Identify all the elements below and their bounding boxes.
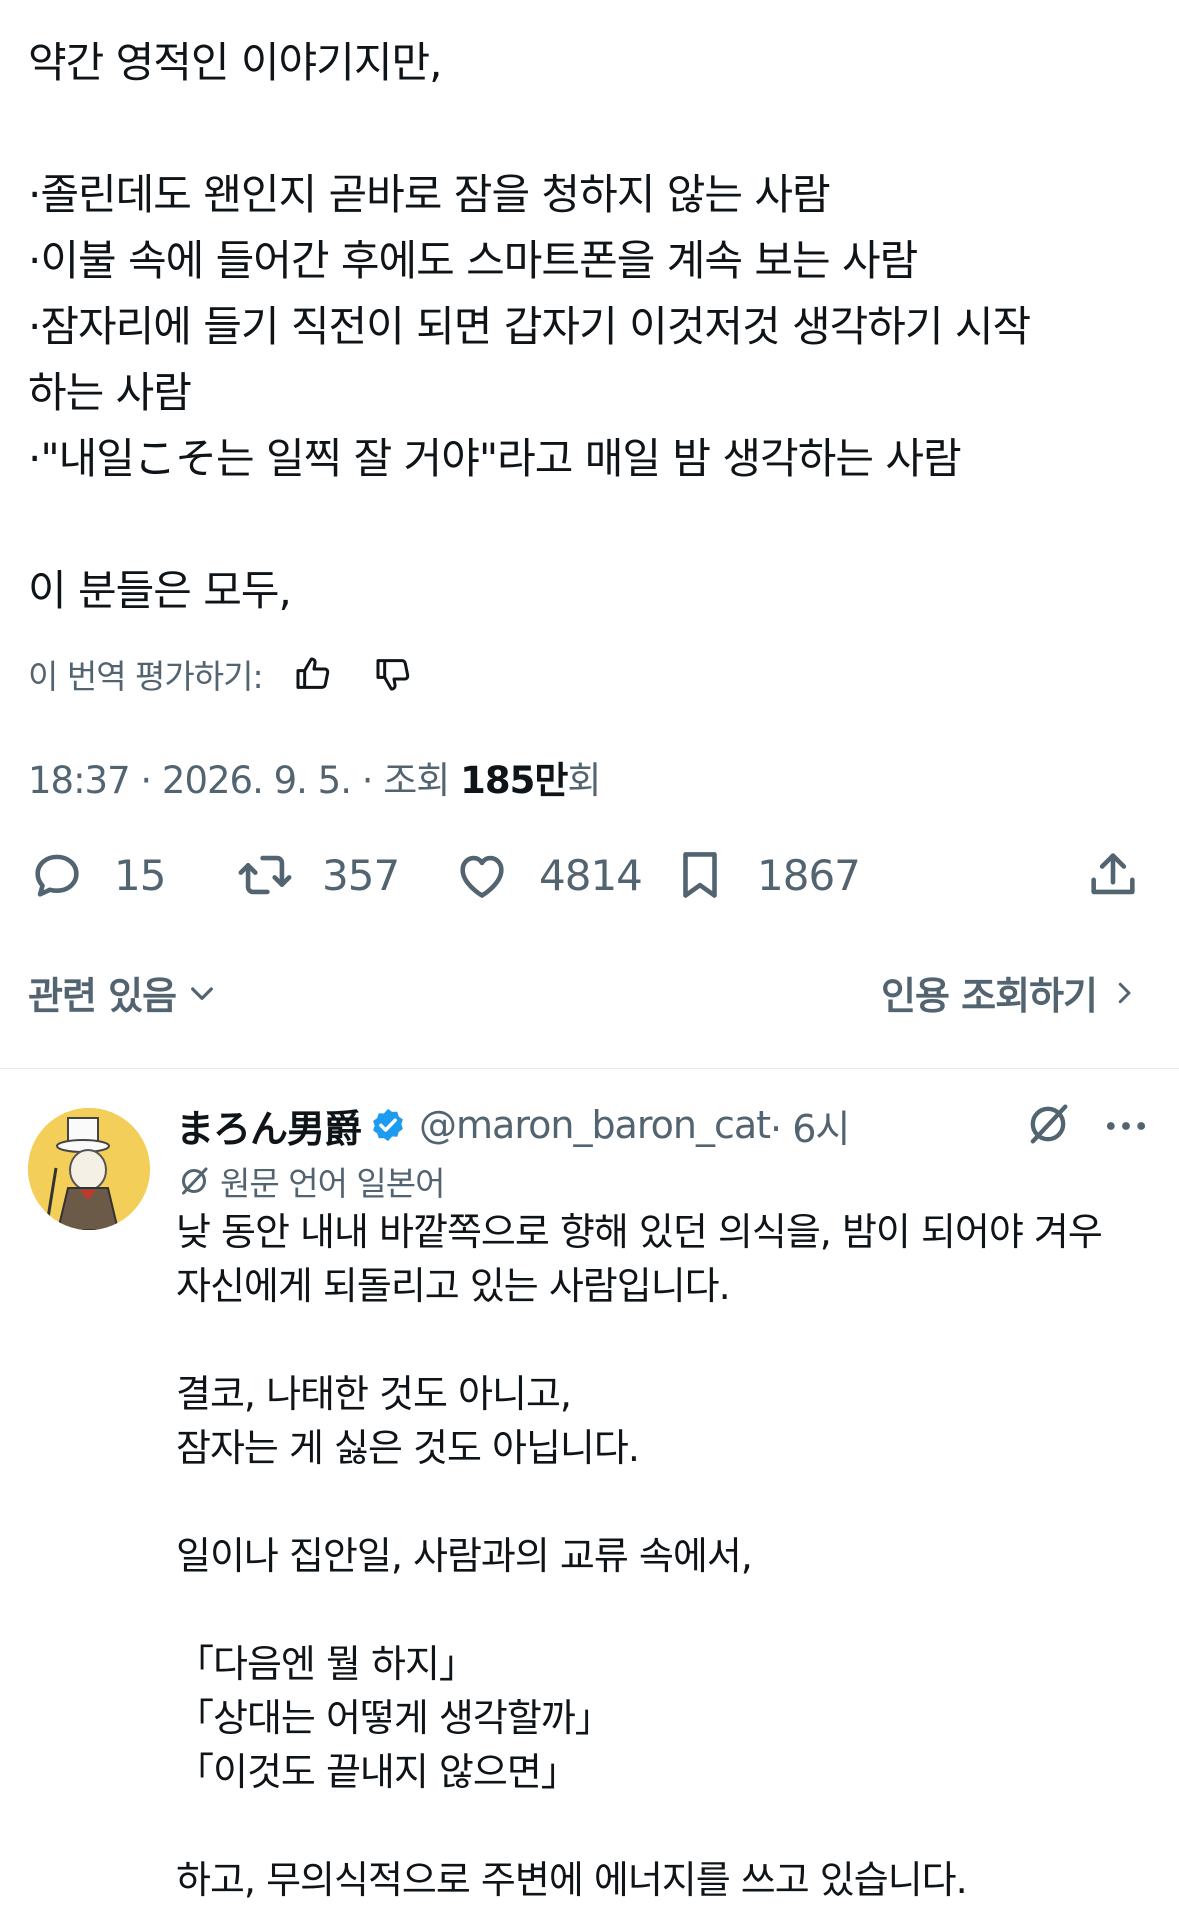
tweet-line: 이 분들은 모두, — [28, 566, 292, 615]
reply-count: 15 — [114, 850, 166, 900]
reply-line-blank — [176, 1799, 1166, 1853]
translate-icon — [182, 1167, 208, 1195]
like-button[interactable]: 4814 — [453, 845, 643, 905]
divider — [0, 1068, 1179, 1069]
reply-line: 「이것도 끝내지 않으면」 — [176, 1750, 579, 1794]
retweet-button[interactable]: 357 — [236, 845, 400, 905]
bookmark-icon — [683, 852, 717, 898]
reply-text: 낮 동안 내내 바깥쪽으로 향해 있던 의식을, 밤이 되어야 겨우 자신에게 … — [176, 1205, 1166, 1907]
related-label: 관련 있음 — [28, 974, 177, 1018]
tweet-line: 약간 영적인 이야기지만, — [28, 38, 442, 87]
tweet-line: ·잠자리에 들기 직전이 되면 갑자기 이것저것 생각하기 시작 — [28, 302, 1031, 351]
related-toggle[interactable]: 관련 있음 — [28, 965, 218, 1020]
retweet-count: 357 — [322, 850, 400, 900]
reply-line: 결코, 나태한 것도 아니고, — [176, 1372, 572, 1416]
chevron-right-icon — [1118, 982, 1131, 1003]
grok-icon[interactable] — [1022, 1098, 1074, 1150]
tweet-line: ·"내일こそ는 일찍 잘 거야"라고 매일 밤 생각하는 사람 — [28, 434, 962, 483]
share-button[interactable] — [1084, 845, 1142, 905]
reply-button[interactable]: 15 — [28, 845, 166, 905]
thumbs-down-icon[interactable] — [371, 652, 415, 696]
view-quotes-label: 인용 조회하기 — [881, 974, 1098, 1018]
tweet-text: 약간 영적인 이야기지만, ·졸린데도 왠인지 곧바로 잠을 청하지 않는 사람… — [28, 30, 1158, 624]
reply-line-blank — [176, 1313, 1166, 1367]
reply-time[interactable]: · 6시 — [770, 1098, 850, 1153]
tweet-line: 하는 사람 — [28, 368, 192, 417]
tweet-meta: 18:37 · 2026. 9. 5. · 조회 185만회 — [28, 750, 601, 804]
view-quotes-link[interactable]: 인용 조회하기 — [881, 965, 1139, 1020]
verified-icon — [373, 1108, 403, 1142]
original-language[interactable]: 원문 언어 일본어 — [176, 1158, 445, 1204]
chevron-down-icon — [191, 986, 214, 1000]
original-language-label: 원문 언어 일본어 — [220, 1164, 445, 1203]
thumbs-up-icon[interactable] — [291, 652, 335, 696]
view-count: 185만 — [460, 759, 568, 802]
share-icon — [1091, 853, 1135, 895]
tweet-line: ·이불 속에 들어간 후에도 스마트폰을 계속 보는 사람 — [28, 236, 918, 285]
avatar[interactable] — [28, 1108, 150, 1230]
bookmark-count: 1867 — [757, 850, 861, 900]
reply-line: 하고, 무의식적으로 주변에 에너지를 쓰고 있습니다. — [176, 1858, 968, 1902]
reply-line: 「다음엔 뭘 하지」 — [176, 1642, 477, 1686]
action-bar: 15 357 4814 1867 — [28, 845, 1148, 905]
reply-line: 「상대는 어떻게 생각할까」 — [176, 1696, 613, 1740]
author-handle[interactable]: @maron_baron_cat — [419, 1103, 771, 1147]
rate-translation-label: 이 번역 평가하기: — [28, 657, 264, 696]
reply-icon — [35, 854, 79, 897]
reply-header: まろん男爵 @maron_baron_cat · 6시 — [176, 1095, 850, 1155]
reply-line: 일이나 집안일, 사람과의 교류 속에서, — [176, 1534, 753, 1578]
reply-line-blank — [176, 1583, 1166, 1637]
reply-line: 잠자는 게 싫은 것도 아닙니다. — [176, 1426, 640, 1470]
like-icon — [460, 855, 504, 898]
view-count-suffix: 회 — [567, 759, 601, 802]
author-name[interactable]: まろん男爵 — [176, 1098, 362, 1153]
tweet-timestamp[interactable]: 18:37 · 2026. 9. 5. · 조회 — [28, 759, 460, 802]
more-icon[interactable] — [1100, 1100, 1152, 1152]
reply-line: 자신에게 되돌리고 있는 사람입니다. — [176, 1264, 731, 1308]
rate-translation-row: 이 번역 평가하기: — [28, 650, 415, 698]
like-count: 4814 — [539, 850, 643, 900]
bookmark-button[interactable]: 1867 — [671, 845, 861, 905]
reply-line: 낮 동안 내내 바깥쪽으로 향해 있던 의식을, 밤이 되어야 겨우 — [176, 1210, 1103, 1254]
tweet-line: ·졸린데도 왠인지 곧바로 잠을 청하지 않는 사람 — [28, 170, 831, 219]
retweet-icon — [238, 855, 292, 895]
reply-line-blank — [176, 1475, 1166, 1529]
